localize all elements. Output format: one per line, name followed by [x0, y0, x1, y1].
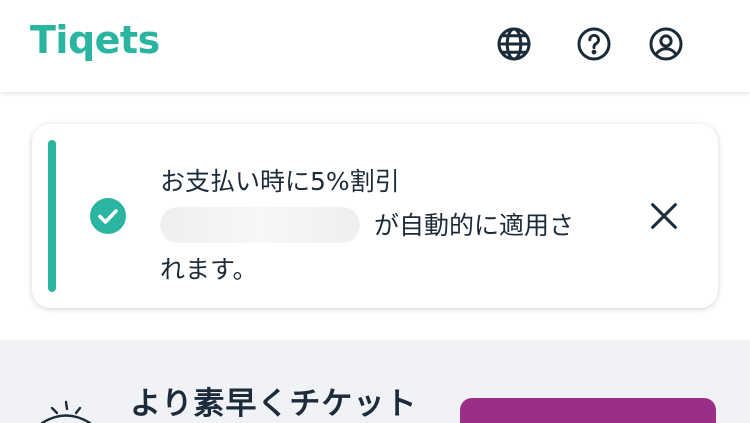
toast-accent-bar: [48, 140, 56, 292]
tiqets-logo[interactable]: Tiqets: [30, 18, 160, 62]
toast-line-3: れます。: [160, 255, 258, 284]
toast-message: お支払い時に5%割引 が自動的に適用さ れます。: [160, 160, 620, 292]
check-circle-icon: [88, 196, 128, 236]
redacted-text: [160, 207, 360, 243]
top-header: Tiqets: [0, 0, 750, 92]
help-icon[interactable]: [576, 26, 612, 62]
page: Tiqets お支払い時に5%割引 が自動的に適用さ れます。 より素早くチケッ…: [0, 0, 750, 423]
sparkle-icon: [40, 400, 92, 423]
account-icon[interactable]: [648, 26, 684, 62]
toast-line-2-text: が自動的に適用さ: [374, 211, 575, 240]
toast-line-2: が自動的に適用さ: [160, 204, 620, 248]
discount-toast: お支払い時に5%割引 が自動的に適用さ れます。: [32, 124, 718, 308]
close-icon[interactable]: [644, 196, 684, 236]
toast-line-1: お支払い時に5%割引: [160, 167, 400, 196]
globe-icon[interactable]: [496, 26, 532, 62]
promo-title: より素早くチケット: [130, 386, 418, 422]
promo-app-button[interactable]: [460, 398, 716, 423]
